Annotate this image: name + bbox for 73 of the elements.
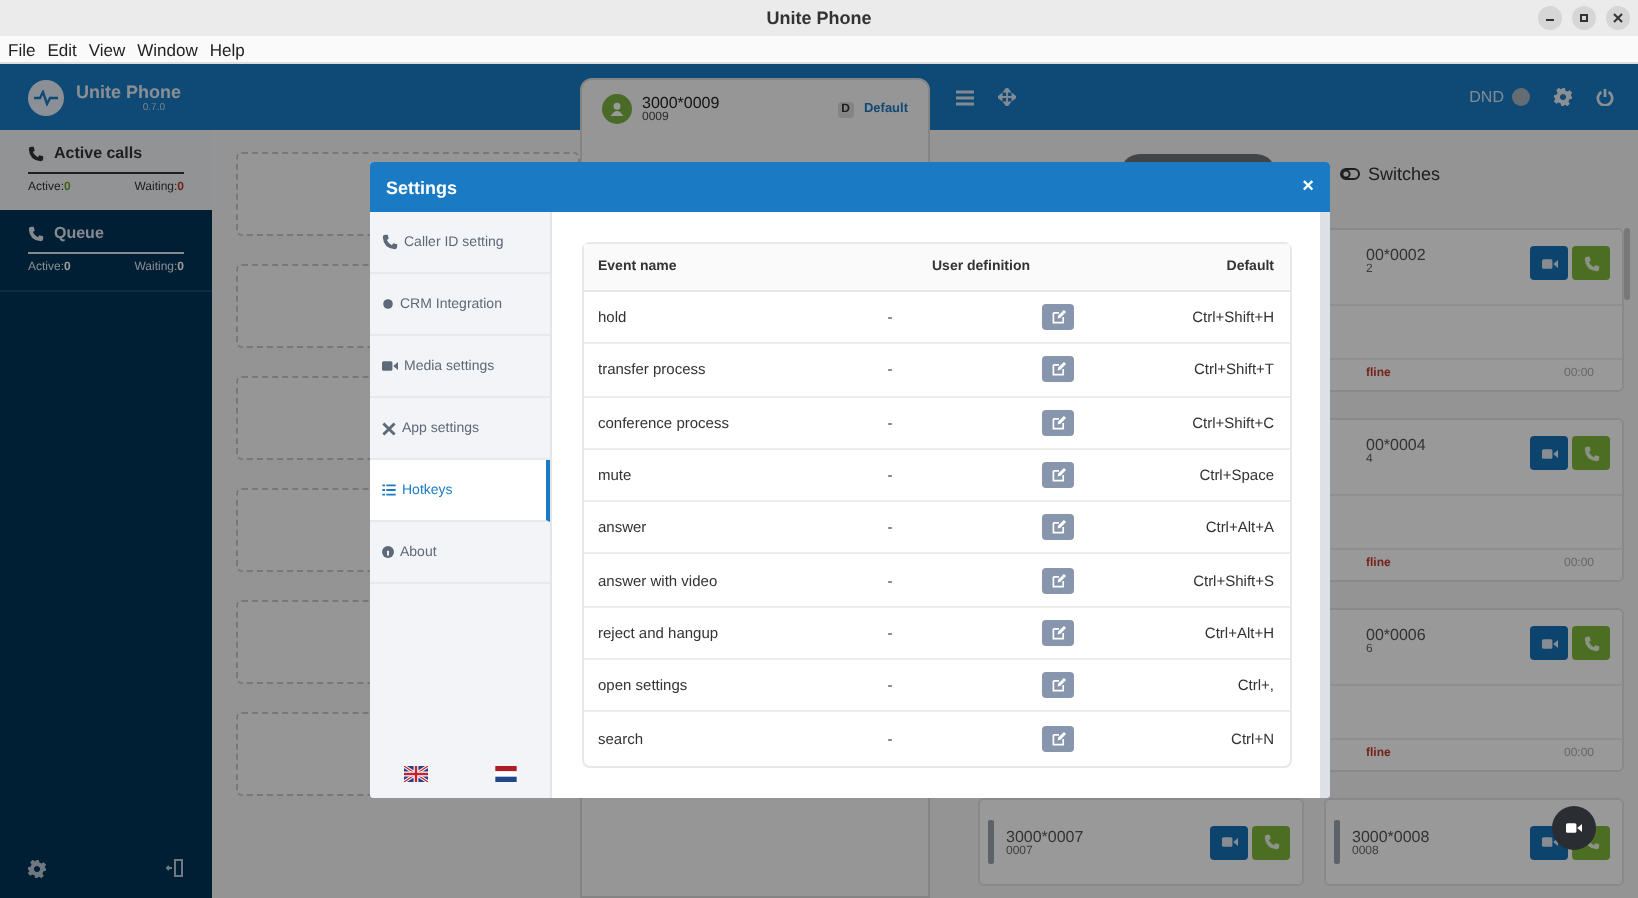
menu-item[interactable]: Window: [137, 39, 198, 59]
section-title: Active calls: [54, 144, 143, 162]
menu-item[interactable]: Help: [209, 39, 245, 59]
edit-icon: [1051, 573, 1065, 588]
phone-icon: [28, 145, 44, 161]
scrollbar[interactable]: [1320, 212, 1330, 798]
section-title: Queue: [54, 224, 104, 242]
phone-icon: [382, 234, 398, 250]
netherlands-flag-icon[interactable]: [493, 766, 517, 782]
edit-icon: [1051, 415, 1065, 430]
edit-button[interactable]: [1042, 619, 1074, 646]
window-title: Unite Phone: [766, 8, 872, 28]
settings-icon[interactable]: [28, 859, 46, 877]
video-call-button[interactable]: [1530, 246, 1568, 280]
video-camera-icon: [1541, 447, 1557, 459]
list-icon: [382, 484, 396, 496]
edit-icon: [1051, 468, 1065, 483]
move-icon[interactable]: [998, 88, 1016, 106]
video-camera-icon: [1541, 836, 1557, 848]
account-number: 3000*0009: [642, 95, 720, 111]
video-camera-icon: [1566, 822, 1582, 834]
edit-button[interactable]: [1042, 567, 1074, 594]
uk-flag-icon[interactable]: [403, 766, 427, 782]
logout-icon[interactable]: [166, 858, 184, 878]
edit-icon: [1051, 678, 1065, 693]
contact-number: 00*0002: [1366, 246, 1426, 264]
edit-button[interactable]: [1042, 514, 1074, 541]
avatar-icon: [602, 94, 632, 124]
maximize-button[interactable]: [1572, 6, 1596, 30]
phone-icon: [1583, 635, 1599, 651]
info-icon: [382, 546, 394, 558]
edit-button[interactable]: [1042, 672, 1074, 699]
edit-icon: [1051, 520, 1065, 535]
edit-button[interactable]: [1042, 409, 1074, 436]
phone-icon: [1583, 445, 1599, 461]
video-camera-icon: [1541, 637, 1557, 649]
menu-item[interactable]: View: [88, 39, 126, 59]
video-camera-icon: [1541, 257, 1557, 269]
close-button[interactable]: [1606, 6, 1630, 30]
settings-icon[interactable]: [1554, 88, 1572, 106]
edit-button[interactable]: [1042, 304, 1074, 331]
logo-icon: [28, 79, 64, 115]
app-name: Unite Phone: [76, 81, 182, 101]
switches-label: Switches: [1368, 164, 1441, 184]
edit-icon: [1051, 732, 1065, 747]
video-call-button[interactable]: [1530, 436, 1568, 470]
dialog-title: Settings: [386, 177, 458, 197]
edit-icon: [1051, 625, 1065, 640]
video-camera-icon: [1221, 836, 1237, 848]
power-icon[interactable]: [1596, 88, 1614, 106]
contact-number: 00*0004: [1366, 436, 1426, 454]
contact-number: 3000*0008: [1352, 827, 1430, 845]
grid-icon[interactable]: [956, 89, 974, 105]
close-button[interactable]: ×: [1302, 176, 1314, 198]
edit-button[interactable]: [1042, 462, 1074, 489]
edit-button[interactable]: [1042, 726, 1074, 753]
menu-item[interactable]: File: [8, 39, 36, 59]
edit-icon: [1051, 362, 1065, 377]
edit-icon: [1051, 310, 1065, 325]
phone-icon: [1583, 255, 1599, 271]
video-call-button[interactable]: [1210, 825, 1248, 859]
edit-button[interactable]: [1042, 356, 1074, 383]
menu-item[interactable]: Edit: [47, 39, 77, 59]
close-icon: [1612, 12, 1624, 24]
phone-icon: [28, 225, 44, 241]
contact-number: 3000*0007: [1006, 827, 1084, 845]
maximize-icon: [1578, 12, 1590, 24]
phone-icon: [1263, 834, 1279, 850]
video-call-button[interactable]: [1530, 626, 1568, 660]
minimize-button[interactable]: [1538, 6, 1562, 30]
contact-number: 00*0006: [1366, 626, 1426, 644]
toggle-icon: [1340, 168, 1360, 180]
video-camera-icon: [382, 360, 398, 372]
